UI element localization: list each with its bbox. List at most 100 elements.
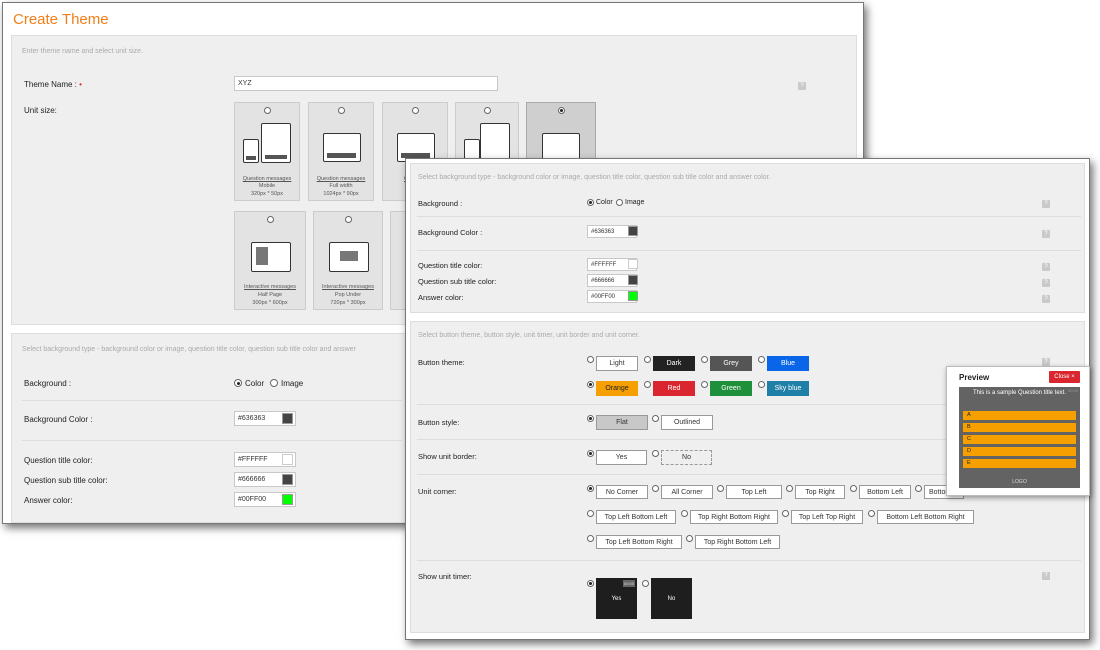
tablet-icon (480, 123, 510, 163)
corner-radio[interactable] (915, 485, 922, 492)
corner-tl-tr[interactable]: Top Left Top Right (791, 510, 863, 524)
theme-light-button[interactable]: Light (596, 356, 638, 371)
theme-red-radio[interactable] (644, 381, 651, 388)
q-title-color-swatch[interactable] (282, 454, 293, 465)
theme-grey-button[interactable]: Grey (710, 356, 752, 371)
corner-tl-bl[interactable]: Top Left Bottom Left (596, 510, 676, 524)
corner-top-right[interactable]: Top Right (795, 485, 845, 499)
unit-card-half-page[interactable]: Interactive messages Half Page 300px * 6… (234, 211, 306, 310)
timer-yes-option[interactable]: 00:00 Yes (596, 578, 637, 619)
unit-radio-selected[interactable] (558, 107, 565, 114)
q-sub-color-label: Question sub title color: (24, 476, 108, 485)
theme-light-radio[interactable] (587, 356, 594, 363)
theme-green-radio[interactable] (701, 381, 708, 388)
bg-color-swatch[interactable] (282, 413, 293, 424)
corner-radio[interactable] (786, 485, 793, 492)
help-icon[interactable]: ? (1042, 263, 1050, 271)
style-outlined-button[interactable]: Outlined (661, 415, 713, 430)
unit-radio[interactable] (412, 107, 419, 114)
help-icon[interactable]: ? (1042, 295, 1050, 303)
answer-color-swatch[interactable] (282, 494, 293, 505)
preview-answer[interactable]: E (963, 459, 1076, 468)
unit-radio[interactable] (267, 216, 274, 223)
unit-card-mobile[interactable]: Question messages Mobile 320px * 50px (234, 102, 300, 201)
corner-tr-br[interactable]: Top Right Bottom Right (690, 510, 778, 524)
corner-radio[interactable] (652, 485, 659, 492)
help-icon[interactable]: ? (1042, 230, 1050, 238)
style-flat-radio[interactable] (587, 415, 594, 422)
unit-corner-label: Unit corner: (418, 487, 457, 496)
q-sub-color-swatch-2[interactable] (628, 275, 638, 285)
corner-radio[interactable] (587, 535, 594, 542)
background-hint: Select background type - background colo… (22, 346, 356, 353)
corner-radio[interactable] (686, 535, 693, 542)
help-icon[interactable]: ? (1042, 200, 1050, 208)
bg-color-radio-2[interactable] (587, 199, 594, 206)
theme-blue-radio[interactable] (758, 356, 765, 363)
preview-answer[interactable]: A (963, 411, 1076, 420)
unit-radio[interactable] (484, 107, 491, 114)
background-panel-2: Select background type - background colo… (410, 163, 1085, 313)
bg-color-swatch-2[interactable] (628, 226, 638, 236)
border-yes-button[interactable]: Yes (596, 450, 647, 465)
corner-radio[interactable] (868, 510, 875, 517)
q-title-color-swatch-2[interactable] (628, 259, 638, 269)
timer-yes-radio[interactable] (587, 580, 594, 587)
theme-orange-button[interactable]: Orange (596, 381, 638, 396)
q-sub-color-swatch[interactable] (282, 474, 293, 485)
corner-radio[interactable] (782, 510, 789, 517)
timer-yes-label: Yes (611, 595, 622, 602)
style-outlined-radio[interactable] (652, 415, 659, 422)
unit-card-pop-under[interactable]: Interactive messages Pop Under 720px * 3… (313, 211, 383, 310)
corner-radio[interactable] (587, 510, 594, 517)
theme-dark-radio[interactable] (644, 356, 651, 363)
preview-answer[interactable]: C (963, 435, 1076, 444)
unit-radio[interactable] (338, 107, 345, 114)
help-icon[interactable]: ? (1042, 279, 1050, 287)
timer-no-option[interactable]: No (651, 578, 692, 619)
corner-radio[interactable] (681, 510, 688, 517)
close-button[interactable]: Close × (1049, 371, 1080, 383)
border-no-button[interactable]: No (661, 450, 712, 465)
corner-no-corner[interactable]: No Corner (596, 485, 648, 499)
theme-name-input[interactable]: XYZ (234, 76, 498, 91)
theme-skyblue-radio[interactable] (758, 381, 765, 388)
corner-bottom-left[interactable]: Bottom Left (859, 485, 911, 499)
answer-color-swatch-2[interactable] (628, 291, 638, 301)
corner-radio[interactable] (587, 485, 594, 492)
theme-orange-radio[interactable] (587, 381, 594, 388)
help-icon[interactable]: ? (798, 82, 806, 90)
corner-top-left[interactable]: Top Left (726, 485, 782, 499)
bg-color-radio[interactable] (234, 379, 242, 387)
unit-card-5[interactable] (526, 102, 596, 163)
preview-answer[interactable]: B (963, 423, 1076, 432)
corner-bl-br[interactable]: Bottom Left Bottom Right (877, 510, 974, 524)
bg-image-radio-2[interactable] (616, 199, 623, 206)
corner-radio[interactable] (850, 485, 857, 492)
preview-answer[interactable]: D (963, 447, 1076, 456)
unit-card-full-width[interactable]: Question messages Full width 1024px * 90… (308, 102, 374, 201)
theme-grey-radio[interactable] (701, 356, 708, 363)
timer-no-radio[interactable] (642, 580, 649, 587)
theme-red-button[interactable]: Red (653, 381, 695, 396)
preview-unit: 00:00 This is a sample Question title te… (959, 387, 1080, 488)
border-no-radio[interactable] (652, 450, 659, 457)
answer-color-label: Answer color: (24, 496, 73, 505)
corner-tl-br[interactable]: Top Left Bottom Right (596, 535, 682, 549)
help-icon[interactable]: ? (1042, 358, 1050, 366)
help-icon[interactable]: ? (1042, 572, 1050, 580)
theme-skyblue-button[interactable]: Sky blue (767, 381, 809, 396)
button-theme-label: Button theme: (418, 358, 465, 367)
bg-image-radio[interactable] (270, 379, 278, 387)
corner-radio[interactable] (717, 485, 724, 492)
corner-tr-bl[interactable]: Top Right Bottom Left (695, 535, 780, 549)
style-flat-button[interactable]: Flat (596, 415, 648, 430)
border-yes-radio[interactable] (587, 450, 594, 457)
unit-radio[interactable] (264, 107, 271, 114)
theme-dark-button[interactable]: Dark (653, 356, 695, 371)
theme-blue-button[interactable]: Blue (767, 356, 809, 371)
unit-radio[interactable] (345, 216, 352, 223)
bg-color-label-2: Background Color : (418, 228, 483, 237)
corner-all-corner[interactable]: All Corner (661, 485, 713, 499)
theme-green-button[interactable]: Green (710, 381, 752, 396)
